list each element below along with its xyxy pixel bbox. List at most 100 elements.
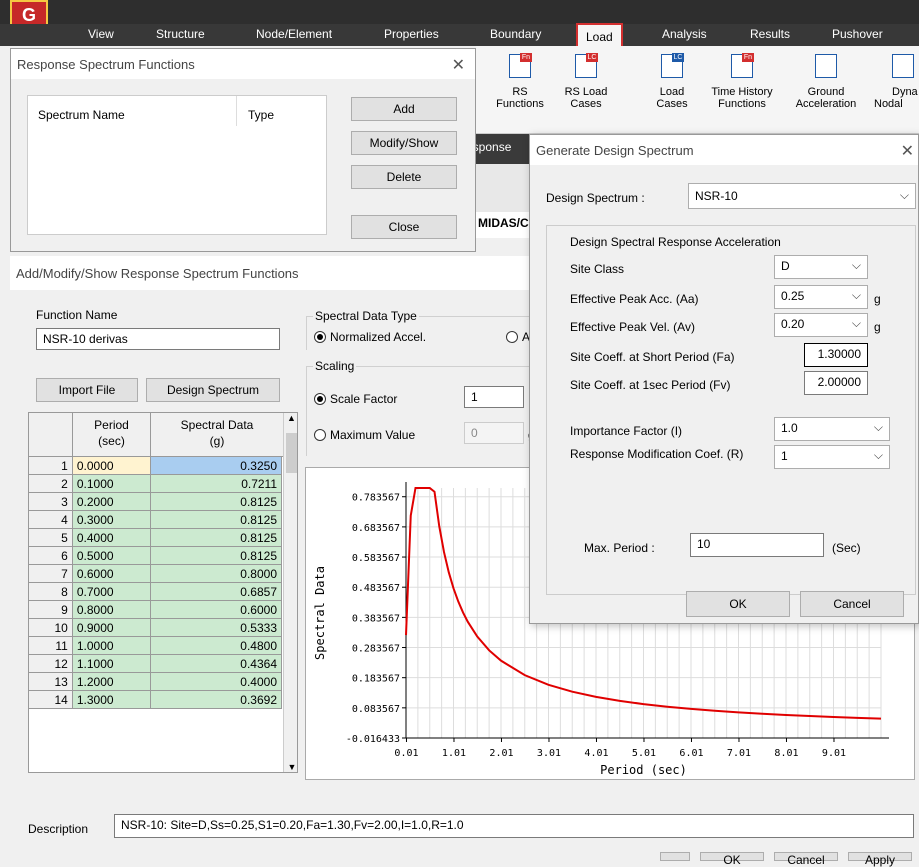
period-cell[interactable]: 0.8000 <box>71 600 151 619</box>
normalized-accel-radio[interactable]: Normalized Accel. <box>314 330 426 344</box>
table-row[interactable]: 9 0.8000 0.6000 <box>28 600 283 619</box>
period-cell[interactable]: 0.5000 <box>71 546 151 565</box>
fv-input[interactable]: 2.00000 <box>804 371 868 395</box>
spectral-cell[interactable]: 0.8125 <box>149 546 283 565</box>
scroll-down-icon[interactable]: ▼ <box>284 762 297 772</box>
aa-select[interactable]: 0.25 ⌵ <box>774 285 868 309</box>
cancel-button[interactable]: Cancel <box>774 852 838 867</box>
row-number[interactable]: 4 <box>28 510 73 529</box>
period-cell[interactable]: 1.1000 <box>71 654 151 673</box>
design-spectrum-button[interactable]: Design Spectrum <box>146 378 280 402</box>
table-row[interactable]: 13 1.2000 0.4000 <box>28 672 283 691</box>
tab-load[interactable]: Load <box>576 23 623 47</box>
ok-button[interactable]: OK <box>686 591 790 617</box>
table-row[interactable]: 11 1.0000 0.4800 <box>28 636 283 655</box>
max-period-input[interactable]: 10 <box>690 533 824 557</box>
maximum-value-radio[interactable]: Maximum Value <box>314 428 415 442</box>
period-cell[interactable]: 0.2000 <box>71 492 151 511</box>
apply-button[interactable]: Apply <box>848 852 912 867</box>
spectral-cell[interactable]: 0.4364 <box>149 654 283 673</box>
site-class-select[interactable]: D ⌵ <box>774 255 868 279</box>
spectral-cell[interactable]: 0.7211 <box>149 474 283 493</box>
table-scrollbar[interactable]: ▲ ▼ <box>283 413 297 772</box>
period-cell[interactable]: 0.7000 <box>71 582 151 601</box>
row-number[interactable]: 11 <box>28 636 73 655</box>
ok-button[interactable]: OK <box>700 852 764 867</box>
tab-properties[interactable]: Properties <box>384 27 439 41</box>
period-cell[interactable]: 0.9000 <box>71 618 151 637</box>
maximum-value-input[interactable]: 0 <box>464 422 524 444</box>
rs-load-cases-button[interactable]: LC RS Load Cases <box>558 53 614 110</box>
table-row[interactable]: 7 0.6000 0.8000 <box>28 564 283 583</box>
close-button[interactable]: Close <box>351 215 457 239</box>
row-number[interactable]: 8 <box>28 582 73 601</box>
close-icon[interactable]: ✕ <box>901 141 914 161</box>
row-number[interactable]: 5 <box>28 528 73 547</box>
spectral-cell[interactable]: 0.3250 <box>149 456 283 475</box>
col-spectral-data[interactable]: Spectral Data (g) <box>151 413 283 457</box>
table-row[interactable]: 5 0.4000 0.8125 <box>28 528 283 547</box>
import-file-button[interactable]: Import File <box>36 378 138 402</box>
tab-pushover[interactable]: Pushover <box>832 27 883 41</box>
add-button[interactable]: Add <box>351 97 457 121</box>
table-row[interactable]: 6 0.5000 0.8125 <box>28 546 283 565</box>
other-type-radio[interactable]: A <box>506 330 530 344</box>
period-cell[interactable]: 0.3000 <box>71 510 151 529</box>
delete-button[interactable]: Delete <box>351 165 457 189</box>
scale-factor-radio[interactable]: Scale Factor <box>314 392 397 406</box>
tab-results[interactable]: Results <box>750 27 790 41</box>
period-cell[interactable]: 1.2000 <box>71 672 151 691</box>
col-spectrum-name[interactable]: Spectrum Name <box>38 108 125 122</box>
col-period[interactable]: Period (sec) <box>73 413 151 457</box>
spectral-cell[interactable]: 0.8125 <box>149 510 283 529</box>
row-number[interactable]: 9 <box>28 600 73 619</box>
period-cell[interactable]: 1.0000 <box>71 636 151 655</box>
tab-view[interactable]: View <box>88 27 114 41</box>
load-cases-button[interactable]: LC Load Cases <box>652 53 692 110</box>
spectral-cell[interactable]: 0.3692 <box>149 690 283 709</box>
row-number[interactable]: 7 <box>28 564 73 583</box>
col-type[interactable]: Type <box>248 108 274 122</box>
scale-factor-input[interactable]: 1 <box>464 386 524 408</box>
row-number[interactable]: 6 <box>28 546 73 565</box>
close-icon[interactable]: ✕ <box>452 55 465 75</box>
table-row[interactable]: 3 0.2000 0.8125 <box>28 492 283 511</box>
spectral-cell[interactable]: 0.8000 <box>149 564 283 583</box>
time-history-functions-button[interactable]: Fn Time History Functions <box>702 53 782 110</box>
table-row[interactable]: 1 0.0000 0.3250 <box>28 456 283 475</box>
row-number[interactable]: 2 <box>28 474 73 493</box>
ground-acceleration-button[interactable]: Ground Acceleration <box>786 54 866 110</box>
table-row[interactable]: 4 0.3000 0.8125 <box>28 510 283 529</box>
design-spectrum-select[interactable]: NSR-10 ⌵ <box>688 183 916 209</box>
av-select[interactable]: 0.20 ⌵ <box>774 313 868 337</box>
importance-factor-select[interactable]: 1.0 ⌵ <box>774 417 890 441</box>
tab-analysis[interactable]: Analysis <box>662 27 707 41</box>
period-cell[interactable]: 0.6000 <box>71 564 151 583</box>
row-number[interactable]: 10 <box>28 618 73 637</box>
spectral-cell[interactable]: 0.4800 <box>149 636 283 655</box>
spectrum-list[interactable]: Spectrum Name Type <box>27 95 327 235</box>
modify-show-button[interactable]: Modify/Show <box>351 131 457 155</box>
spectral-cell[interactable]: 0.6857 <box>149 582 283 601</box>
spectral-cell[interactable]: 0.8125 <box>149 492 283 511</box>
table-row[interactable]: 2 0.1000 0.7211 <box>28 474 283 493</box>
fa-input[interactable]: 1.30000 <box>804 343 868 367</box>
spectral-cell[interactable]: 0.8125 <box>149 528 283 547</box>
table-row[interactable]: 10 0.9000 0.5333 <box>28 618 283 637</box>
spectral-cell[interactable]: 0.6000 <box>149 600 283 619</box>
scroll-up-icon[interactable]: ▲ <box>284 413 297 423</box>
table-row[interactable]: 12 1.1000 0.4364 <box>28 654 283 673</box>
period-cell[interactable]: 1.3000 <box>71 690 151 709</box>
description-input[interactable]: NSR-10: Site=D,Ss=0.25,S1=0.20,Fa=1.30,F… <box>114 814 914 838</box>
tab-boundary[interactable]: Boundary <box>490 27 541 41</box>
tab-structure[interactable]: Structure <box>156 27 205 41</box>
spectral-cell[interactable]: 0.4000 <box>149 672 283 691</box>
table-row[interactable]: 8 0.7000 0.6857 <box>28 582 283 601</box>
spectral-cell[interactable]: 0.5333 <box>149 618 283 637</box>
period-cell[interactable]: 0.1000 <box>71 474 151 493</box>
row-number[interactable]: 13 <box>28 672 73 691</box>
function-name-input[interactable]: NSR-10 derivas <box>36 328 280 350</box>
grid-icon[interactable] <box>660 852 690 861</box>
period-cell[interactable]: 0.0000 <box>71 456 151 475</box>
response-mod-select[interactable]: 1 ⌵ <box>774 445 890 469</box>
